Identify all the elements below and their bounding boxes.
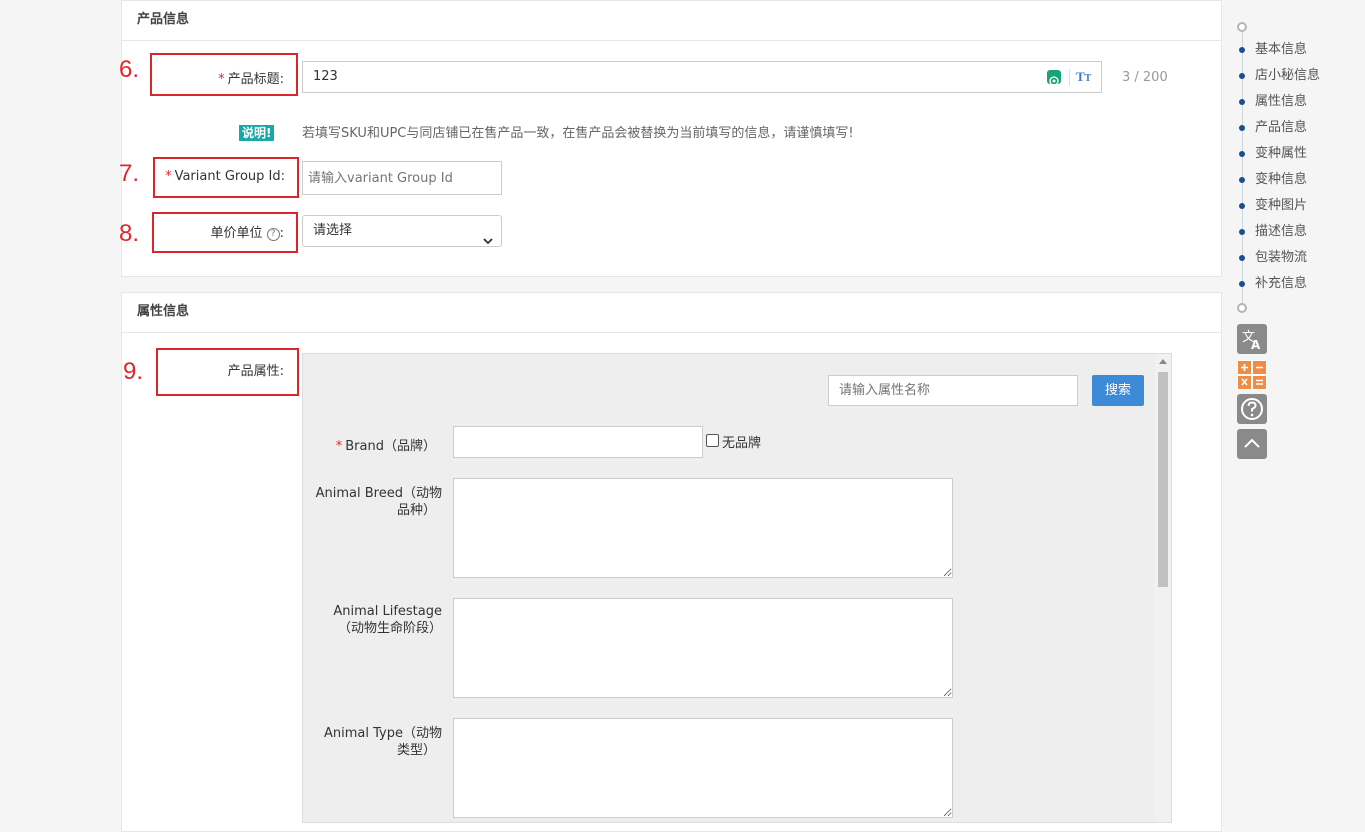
attribute-info-title: 属性信息 <box>122 293 1221 333</box>
side-nav-item-dxm[interactable]: 店小秘信息 <box>1255 67 1320 85</box>
side-nav-item-supplement[interactable]: 补充信息 <box>1255 275 1307 293</box>
side-nav-item-packaging[interactable]: 包装物流 <box>1255 249 1307 267</box>
variant-group-id-input[interactable] <box>302 161 502 195</box>
animal-type-label-line1: Animal Type（动物 <box>324 726 442 741</box>
side-nav-end-ring <box>1237 303 1247 313</box>
product-title-value: 123 <box>313 69 338 84</box>
unit-price-label-text: 单价单位 <box>210 226 263 241</box>
side-nav-item-variant-info[interactable]: 变种信息 <box>1255 171 1307 189</box>
required-mark: * <box>335 439 343 454</box>
scroll-up-icon[interactable] <box>1159 359 1167 364</box>
nav-dot <box>1239 229 1245 235</box>
side-nav-start-ring <box>1237 22 1247 32</box>
brand-label-text: Brand（品牌） <box>345 439 436 454</box>
divider <box>1069 69 1070 86</box>
product-info-title: 产品信息 <box>122 1 1221 41</box>
nav-dot <box>1239 99 1245 105</box>
nav-dot <box>1239 177 1245 183</box>
ai-assist-icon[interactable] <box>1047 70 1061 86</box>
unit-price-selected: 请选择 <box>313 223 353 238</box>
nav-dot <box>1239 125 1245 131</box>
product-title-label: * 产品标题: <box>150 68 284 87</box>
side-nav-item-variant-attrs[interactable]: 变种属性 <box>1255 145 1307 163</box>
variant-group-label: * Variant Group Id: <box>153 169 285 184</box>
title-char-counter: 3 / 200 <box>1122 70 1168 85</box>
animal-lifestage-textarea[interactable] <box>453 598 953 698</box>
product-title-input[interactable]: 123 TT <box>302 61 1102 93</box>
nav-dot <box>1239 151 1245 157</box>
question-icon[interactable]: ? <box>266 228 280 241</box>
brand-label: * Brand（品牌） <box>304 435 436 454</box>
brand-input[interactable] <box>453 426 703 458</box>
scrollbar-track[interactable] <box>1155 354 1171 822</box>
colon: : <box>279 226 284 241</box>
animal-type-textarea[interactable] <box>453 718 953 818</box>
animal-breed-label: Animal Breed（动物 品种） <box>304 485 442 519</box>
svg-text:A: A <box>1251 338 1261 352</box>
back-to-top-icon[interactable] <box>1237 429 1267 459</box>
animal-type-label-line2: 类型） <box>396 743 436 758</box>
translate-icon[interactable]: 文 A <box>1237 324 1267 354</box>
animal-lifestage-label-line2: （动物生命阶段） <box>337 621 442 636</box>
note-text: 若填写SKU和UPC与同店铺已在售产品一致，在售产品会被替换为当前填写的信息，请… <box>302 126 854 141</box>
animal-breed-label-line2: 品种） <box>396 503 436 518</box>
side-nav-item-variant-images[interactable]: 变种图片 <box>1255 197 1307 215</box>
animal-type-label: Animal Type（动物 类型） <box>304 725 442 759</box>
nav-dot <box>1239 73 1245 79</box>
side-nav-item-attributes[interactable]: 属性信息 <box>1255 93 1307 111</box>
product-attribute-label: 产品属性: <box>227 364 284 379</box>
note-badge: 说明! <box>239 125 275 141</box>
unit-price-label: 单价单位 ?: <box>152 222 284 241</box>
animal-breed-label-line1: Animal Breed（动物 <box>315 486 442 501</box>
animal-lifestage-label: Animal Lifestage （动物生命阶段） <box>304 603 442 637</box>
help-icon[interactable] <box>1237 394 1267 424</box>
side-nav-item-description[interactable]: 描述信息 <box>1255 223 1307 241</box>
step-7-marker: 7. <box>119 160 140 187</box>
variant-group-label-text: Variant Group Id: <box>174 169 285 184</box>
chevron-down-icon <box>483 227 493 257</box>
side-nav-item-basic[interactable]: 基本信息 <box>1255 41 1307 59</box>
no-brand-label: 无品牌 <box>722 436 762 451</box>
step-9-marker: 9. <box>123 358 144 385</box>
animal-lifestage-label-line1: Animal Lifestage <box>333 604 442 619</box>
required-mark: * <box>218 72 225 87</box>
animal-breed-textarea[interactable] <box>453 478 953 578</box>
no-brand-checkbox[interactable] <box>706 434 719 447</box>
side-nav-item-product[interactable]: 产品信息 <box>1255 119 1307 137</box>
calculator-icon[interactable] <box>1237 360 1267 390</box>
scrollbar-thumb[interactable] <box>1158 372 1168 587</box>
nav-dot <box>1239 255 1245 261</box>
search-button[interactable]: 搜索 <box>1092 375 1144 406</box>
required-mark: * <box>165 169 172 184</box>
nav-dot <box>1239 47 1245 53</box>
nav-dot <box>1239 203 1245 209</box>
step-6-marker: 6. <box>119 56 140 83</box>
nav-dot <box>1239 281 1245 287</box>
product-title-label-text: 产品标题: <box>227 72 284 87</box>
unit-price-select[interactable]: 请选择 <box>302 215 502 247</box>
step-8-marker: 8. <box>119 220 140 247</box>
attribute-search-input[interactable] <box>828 375 1078 406</box>
text-case-icon[interactable]: TT <box>1076 62 1091 94</box>
